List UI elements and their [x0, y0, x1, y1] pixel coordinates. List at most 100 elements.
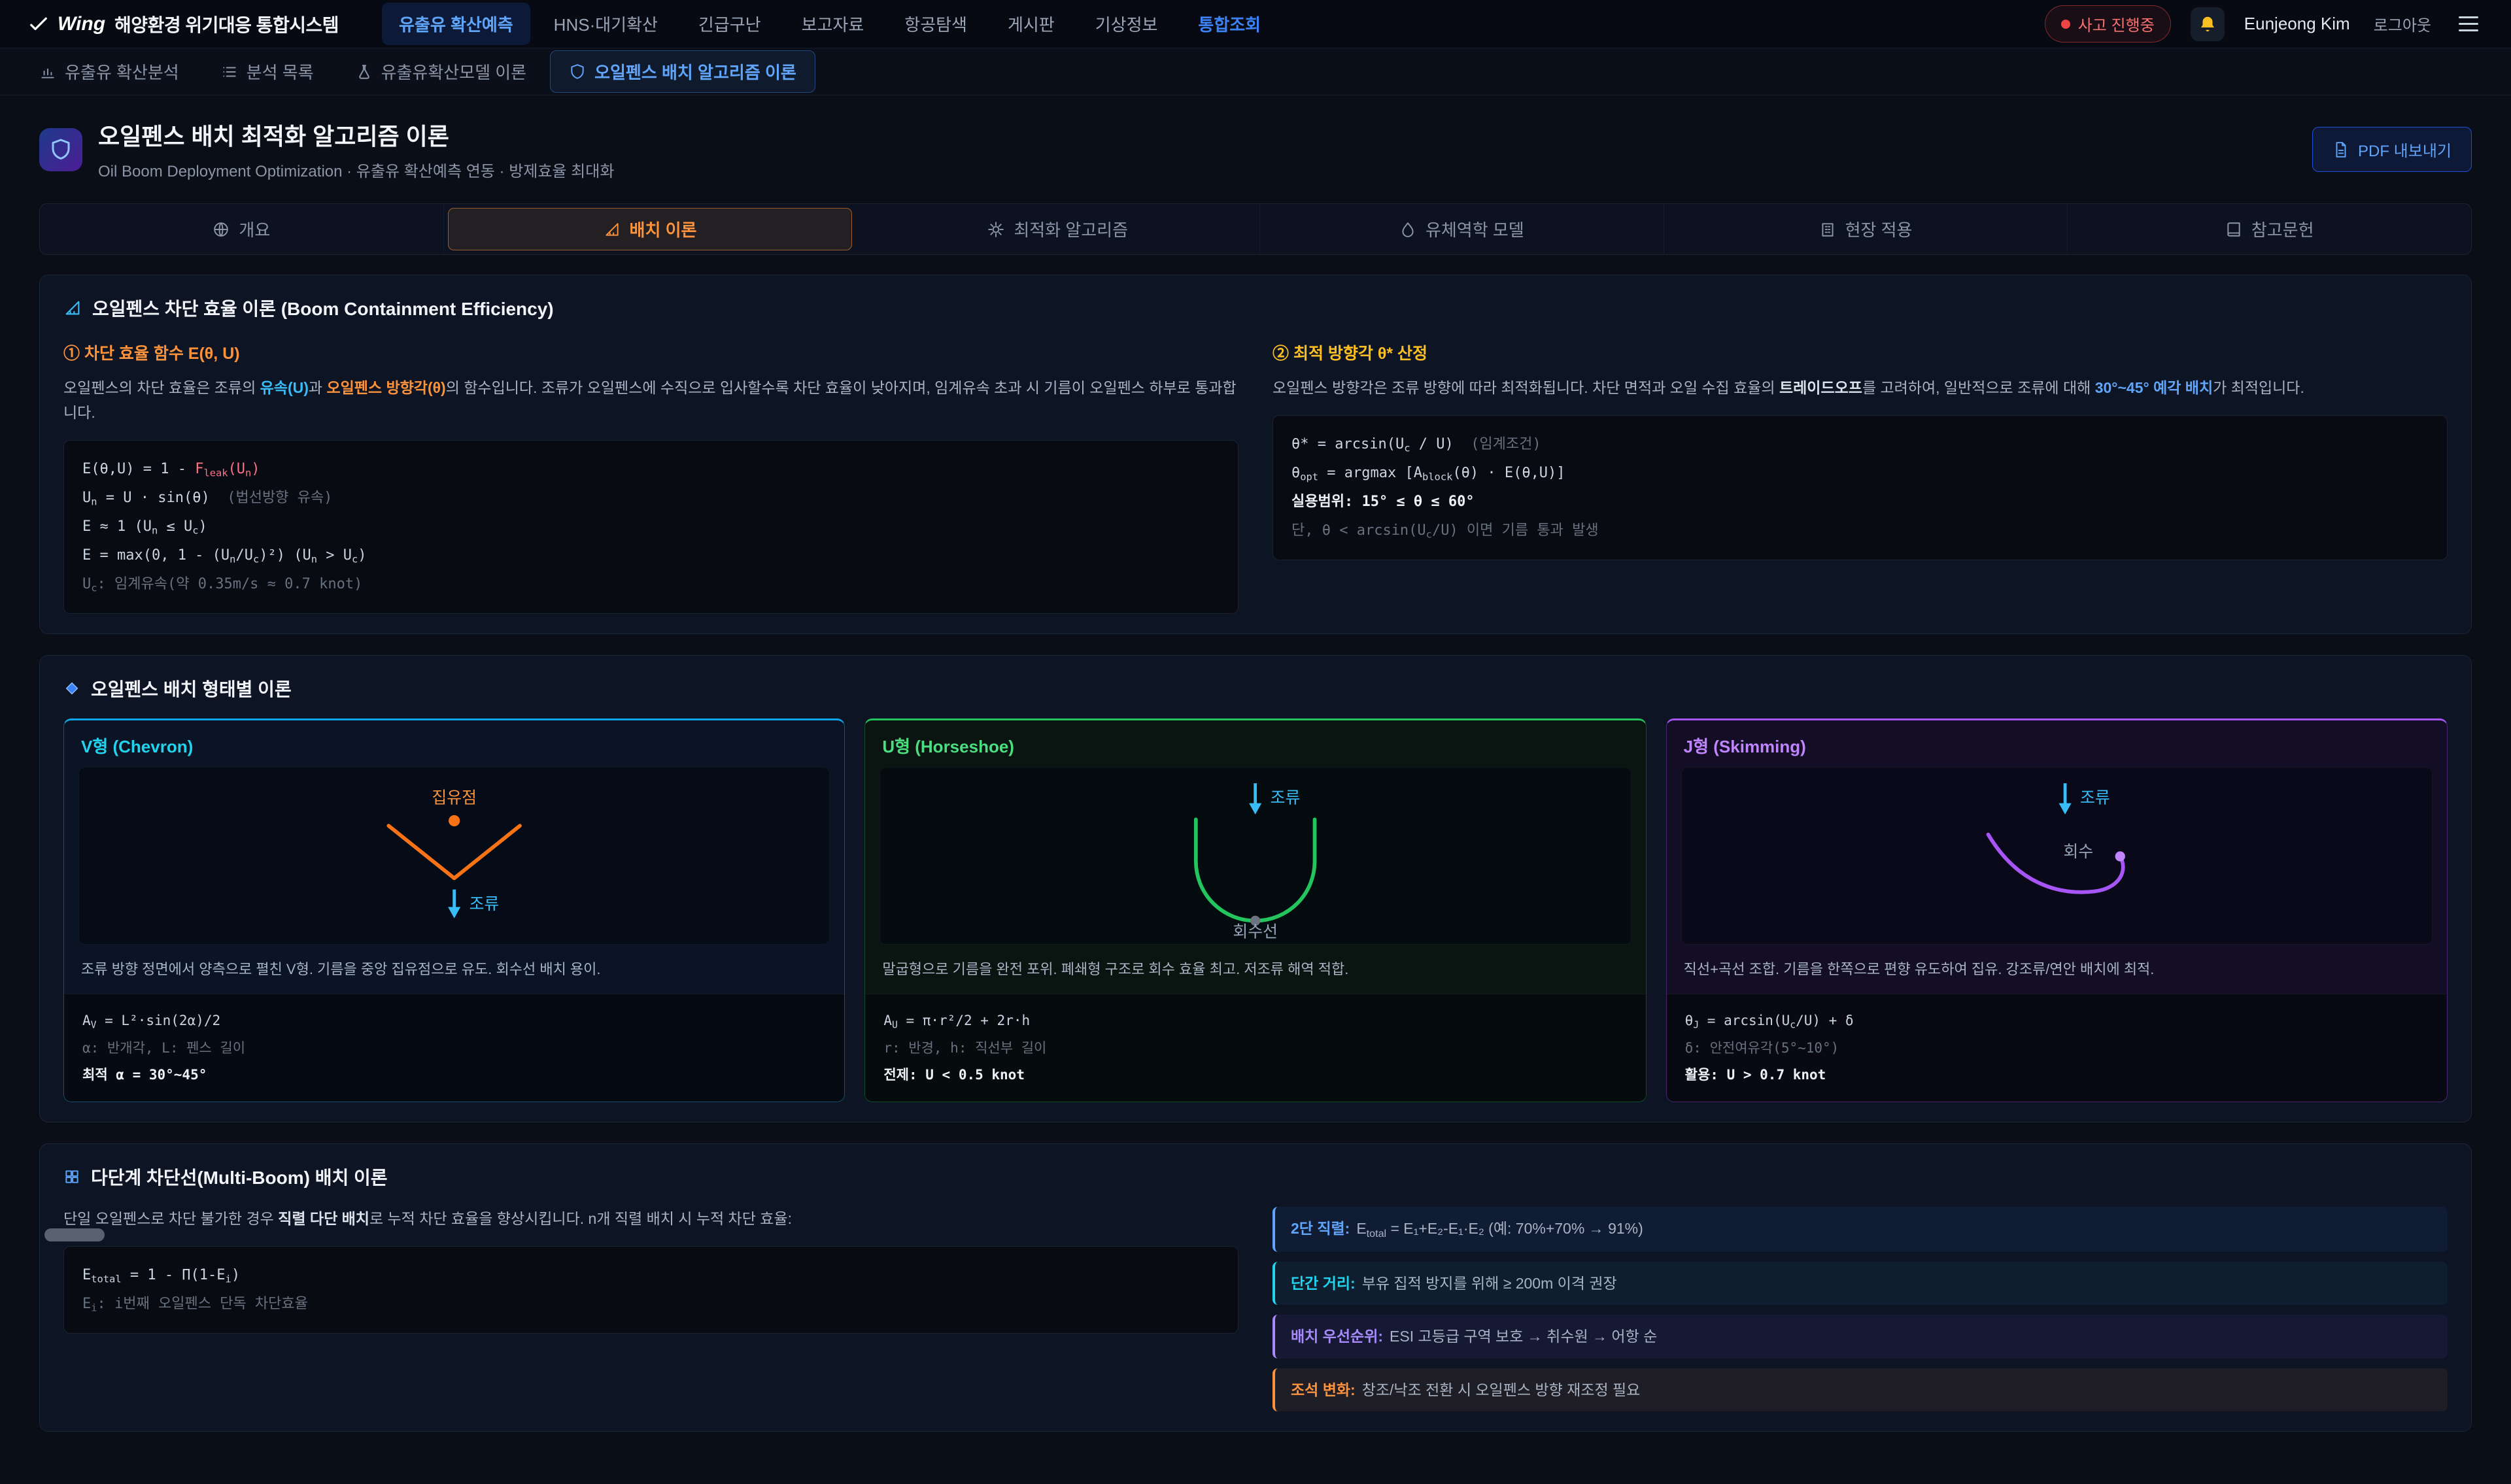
multiboom-paragraph: 단일 오일펜스로 차단 불가한 경우 직렬 다단 배치로 누적 차단 효율을 향…	[63, 1207, 1238, 1232]
current-label: 조류	[1271, 790, 1301, 807]
tab-diffusion-model-theory[interactable]: 유출유확산모델 이론	[337, 51, 545, 92]
menu-icon[interactable]	[2455, 12, 2482, 35]
nav-right: 사고 진행중 Eunjeong Kim 로그아웃	[2045, 5, 2482, 42]
nav-item-reports[interactable]: 보고자료	[785, 3, 881, 45]
scrollbar-thumb[interactable]	[44, 1228, 105, 1241]
j-shape-diagram: 조류 회수	[1681, 767, 2433, 945]
current-arrowhead	[2058, 803, 2071, 815]
flask-icon	[356, 63, 373, 80]
logo-wordmark: Wing	[58, 13, 105, 35]
main-nav: 유출유 확산예측 HNS·대기확산 긴급구난 보고자료 항공탐색 게시판 기상정…	[382, 3, 1278, 45]
section-tabs: 개요 배치 이론 최적화 알고리즘 유체역학 모델 현장 적용 참고문헌	[39, 203, 2472, 255]
multiboom-title: 다단계 차단선(Multi-Boom) 배치 이론	[91, 1164, 388, 1190]
note-stage-spacing: 단간 거리:부유 집적 방지를 위해 ≥ 200m 이격 권장	[1273, 1262, 2448, 1306]
current-arrowhead	[448, 907, 460, 918]
page-header: 오일펜스 배치 최적화 알고리즘 이론 Oil Boom Deployment …	[0, 95, 2511, 198]
top-nav: Wing 해양환경 위기대응 통합시스템 유출유 확산예측 HNS·대기확산 긴…	[0, 0, 2511, 48]
u-shape-code: AU = π·r²/2 + 2r·hr: 반경, h: 직선부 길이전제: U …	[865, 994, 1645, 1102]
recovery-label: 회수	[2063, 843, 2093, 861]
j-boom-curve	[1988, 834, 2123, 892]
tab-boom-algorithm-theory[interactable]: 오일펜스 배치 알고리즘 이론	[550, 50, 815, 93]
recovery-vessel-label: 회수선	[1233, 922, 1278, 941]
main-content: 오일펜스 차단 효율 이론 (Boom Containment Efficien…	[0, 275, 2511, 1484]
efficiency-card: 오일펜스 차단 효율 이론 (Boom Containment Efficien…	[39, 275, 2472, 634]
nav-item-board[interactable]: 게시판	[991, 3, 1072, 45]
nav-item-weather[interactable]: 기상정보	[1078, 3, 1175, 45]
notification-bell-button[interactable]	[2191, 7, 2225, 41]
deployment-shapes-card: 오일펜스 배치 형태별 이론 V형 (Chevron) 집유점 조류 조류 방향…	[39, 655, 2472, 1122]
diamond-icon	[63, 680, 80, 697]
j-shape-card: J형 (Skimming) 조류 회수 직선+곡선 조합. 기름을 한쪽으로 편…	[1666, 718, 2448, 1102]
recovery-point-dot	[2115, 851, 2125, 861]
page-title: 오일펜스 배치 최적화 알고리즘 이론	[98, 118, 614, 152]
multiboom-code: Etotal = 1 - Π(1-Ei)Ei: i번째 오일펜스 단독 차단효율	[63, 1246, 1238, 1334]
u-shape-diagram: 조류 회수선	[880, 767, 1631, 945]
section-tab-optimization-algorithm[interactable]: 최적화 알고리즘	[856, 204, 1260, 254]
nav-item-hns-atmospheric[interactable]: HNS·대기확산	[537, 3, 675, 45]
pdf-export-button[interactable]: PDF 내보내기	[2312, 127, 2472, 172]
list-icon	[221, 63, 238, 80]
grid-icon	[63, 1168, 80, 1185]
droplet-icon	[1399, 221, 1416, 238]
incident-status-label: 사고 진행중	[2078, 12, 2155, 35]
section-tab-deployment-theory[interactable]: 배치 이론	[448, 208, 853, 250]
optimal-angle-heading: ② 최적 방향각 θ* 산정	[1273, 341, 2448, 364]
user-name: Eunjeong Kim	[2244, 14, 2350, 34]
nav-item-integrated-search[interactable]: 통합조회	[1181, 3, 1278, 45]
nav-item-oil-spill-prediction[interactable]: 유출유 확산예측	[382, 3, 530, 45]
tab-spill-analysis[interactable]: 유출유 확산분석	[21, 51, 197, 92]
deployment-shapes-title: 오일펜스 배치 형태별 이론	[91, 675, 292, 701]
efficiency-function-code: E(θ,U) = 1 - Fleak(Un)Un = U · sin(θ) (법…	[63, 440, 1238, 614]
bell-icon	[2198, 14, 2217, 34]
document-icon	[2332, 141, 2349, 158]
building-icon	[1819, 221, 1836, 238]
app-logo[interactable]: Wing 해양환경 위기대응 통합시스템	[29, 11, 339, 37]
section-tab-references[interactable]: 참고문헌	[2068, 204, 2471, 254]
j-shape-code: θJ = arcsin(Uc/U) + δδ: 안전여유각(5°~10°)활용:…	[1667, 994, 2447, 1102]
multiboom-left-column: 단일 오일펜스로 차단 불가한 경우 직렬 다단 배치로 누적 차단 효율을 향…	[63, 1207, 1238, 1411]
efficiency-right-column: ② 최적 방향각 θ* 산정 오일펜스 방향각은 조류 방향에 따라 최적화됩니…	[1273, 338, 2448, 614]
efficiency-function-heading: ① 차단 효율 함수 E(θ, U)	[63, 341, 1238, 364]
wing-logo-icon	[29, 14, 48, 34]
nav-item-emergency-rescue[interactable]: 긴급구난	[681, 3, 778, 45]
current-label: 조류	[2080, 790, 2110, 807]
section-tab-overview[interactable]: 개요	[40, 204, 444, 254]
u-shape-card: U형 (Horseshoe) 조류 회수선 말굽형으로 기름을 완전 포위. 폐…	[864, 718, 1646, 1102]
book-icon	[2225, 221, 2242, 238]
optimal-angle-paragraph: 오일펜스 방향각은 조류 방향에 따라 최적화됩니다. 차단 면적과 오일 수집…	[1273, 376, 2448, 401]
logout-button[interactable]: 로그아웃	[2370, 12, 2435, 36]
efficiency-left-column: ① 차단 효율 함수 E(θ, U) 오일펜스의 차단 효율은 조류의 유속(U…	[63, 338, 1238, 614]
v-shape-diagram: 집유점 조류	[78, 767, 830, 945]
j-shape-title: J형 (Skimming)	[1667, 720, 2447, 767]
gear-icon	[987, 221, 1004, 238]
j-shape-description: 직선+곡선 조합. 기름을 한쪽으로 편향 유도하여 집유. 강조류/연안 배치…	[1667, 945, 2447, 994]
u-boom-line	[1196, 819, 1315, 920]
v-shape-card: V형 (Chevron) 집유점 조류 조류 방향 정면에서 양측으로 펼친 V…	[63, 718, 845, 1102]
efficiency-card-title: 오일펜스 차단 효율 이론 (Boom Containment Efficien…	[92, 295, 554, 321]
collection-point-dot	[449, 815, 460, 826]
optimal-angle-code: θ* = arcsin(Uc / U) (임계조건)θopt = argmax …	[1273, 415, 2448, 560]
v-shape-title: V형 (Chevron)	[64, 720, 844, 767]
u-shape-description: 말굽형으로 기름을 완전 포위. 폐쇄형 구조로 회수 효율 최고. 저조류 해…	[865, 945, 1645, 994]
ruler-icon	[604, 221, 621, 238]
section-tab-field-application[interactable]: 현장 적용	[1664, 204, 2068, 254]
app-title: 해양환경 위기대응 통합시스템	[114, 11, 339, 37]
incident-status-badge[interactable]: 사고 진행중	[2045, 5, 2171, 42]
collection-point-label: 집유점	[432, 789, 477, 807]
tab-analysis-list[interactable]: 분석 목록	[203, 51, 332, 92]
note-deployment-priority: 배치 우선순위:ESI 고등급 구역 보호 → 취수원 → 어항 순	[1273, 1315, 2448, 1358]
note-tidal-change: 조석 변화:창조/낙조 전환 시 오일펜스 방향 재조정 필요	[1273, 1368, 2448, 1412]
v-shape-description: 조류 방향 정면에서 양측으로 펼친 V형. 기름을 중앙 집유점으로 유도. …	[64, 945, 844, 994]
multiboom-card: 다단계 차단선(Multi-Boom) 배치 이론 단일 오일펜스로 차단 불가…	[39, 1143, 2472, 1432]
efficiency-function-paragraph: 오일펜스의 차단 효율은 조류의 유속(U)과 오일펜스 방향각(θ)의 함수입…	[63, 376, 1238, 426]
boom-shield-icon	[39, 128, 82, 171]
incident-dot-icon	[2061, 20, 2070, 29]
nav-item-aerial-search[interactable]: 항공탐색	[887, 3, 984, 45]
tab-bar: 유출유 확산분석 분석 목록 유출유확산모델 이론 오일펜스 배치 알고리즘 이…	[0, 48, 2511, 95]
section-tab-hydrodynamics[interactable]: 유체역학 모델	[1260, 204, 1664, 254]
note-two-stage-series: 2단 직렬:Etotal = E₁+E₂-E₁·E₂ (예: 70%+70% →…	[1273, 1207, 2448, 1252]
chart-icon	[39, 63, 56, 80]
current-label: 조류	[470, 896, 500, 913]
globe-icon	[213, 221, 230, 238]
multiboom-notes: 2단 직렬:Etotal = E₁+E₂-E₁·E₂ (예: 70%+70% →…	[1273, 1207, 2448, 1411]
